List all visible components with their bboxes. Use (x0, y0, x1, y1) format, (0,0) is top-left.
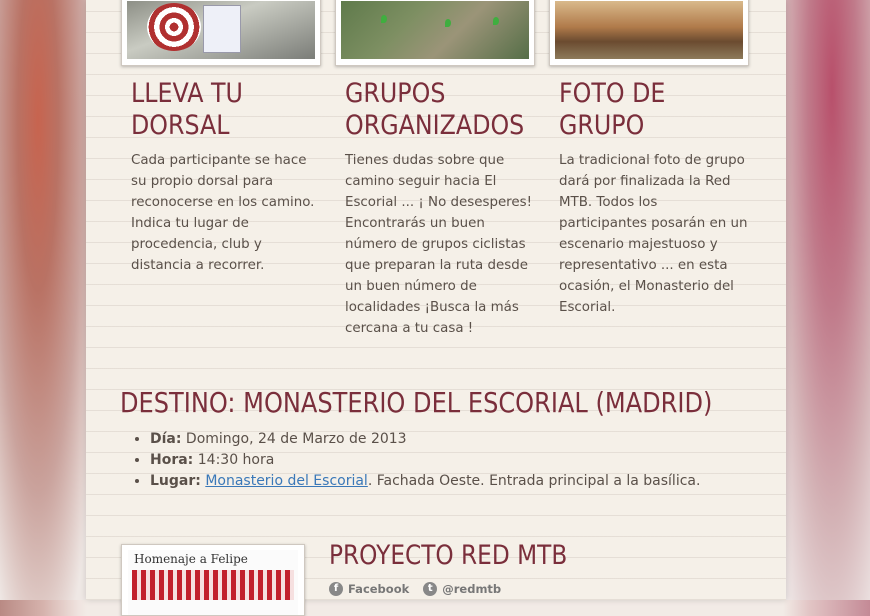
monastery-image (555, 1, 743, 59)
facebook-link[interactable]: f Facebook (329, 582, 409, 596)
monastery-link[interactable]: Monasterio del Escorial (205, 473, 368, 489)
twitter-link[interactable]: t @redmtb (423, 582, 501, 596)
feature-text: La tradicional foto de grupo dará por fi… (559, 153, 748, 315)
dorsal-image (127, 1, 315, 59)
background-left (0, 0, 95, 600)
feature-grupos: GRUPOS ORGANIZADOS Tienes dudas sobre que… (345, 78, 535, 339)
map-image (341, 1, 529, 59)
social-links: f Facebook t @redmtb (329, 582, 501, 596)
feature-text: Tienes dudas sobre que camino seguir hac… (345, 153, 532, 336)
project-thumbnail[interactable]: Homenaje a Felipe (121, 544, 305, 616)
twitter-icon: t (423, 582, 438, 596)
feature-dorsal: LLEVA TU DORSAL Cada participante se hace… (131, 78, 321, 276)
feature-title: GRUPOS ORGANIZADOS (345, 78, 525, 141)
map-pin-icon (445, 19, 451, 27)
project-image-caption: Homenaje a Felipe (134, 552, 248, 566)
feature-foto: FOTO DE GRUPO La tradicional foto de grup… (559, 78, 749, 318)
detail-place: Lugar: Monasterio del Escorial. Fachada … (150, 471, 700, 492)
feature-title: FOTO DE GRUPO (559, 78, 666, 141)
dorsal-thumbnail[interactable] (121, 0, 321, 66)
number-plate (203, 5, 241, 53)
target-graphic (147, 3, 201, 51)
map-pin-icon (493, 17, 499, 25)
monastery-thumbnail[interactable] (549, 0, 749, 66)
facebook-icon: f (329, 582, 343, 596)
project-image-decoration (132, 570, 294, 600)
map-pin-icon (381, 15, 387, 23)
detail-day: Día: Domingo, 24 de Marzo de 2013 (150, 429, 700, 450)
feature-title: LLEVA TU DORSAL (131, 78, 243, 141)
destination-title: DESTINO: MONASTERIO DEL ESCORIAL (MADRID… (120, 386, 713, 419)
project-title: PROYECTO RED MTB (329, 540, 568, 571)
detail-time: Hora: 14:30 hora (150, 450, 700, 471)
feature-text: Cada participante se hace su propio dors… (131, 153, 315, 273)
background-right (775, 0, 870, 600)
destination-details: Día: Domingo, 24 de Marzo de 2013 Hora: … (122, 429, 700, 492)
project-image: Homenaje a Felipe (128, 550, 298, 615)
map-thumbnail[interactable] (335, 0, 535, 66)
